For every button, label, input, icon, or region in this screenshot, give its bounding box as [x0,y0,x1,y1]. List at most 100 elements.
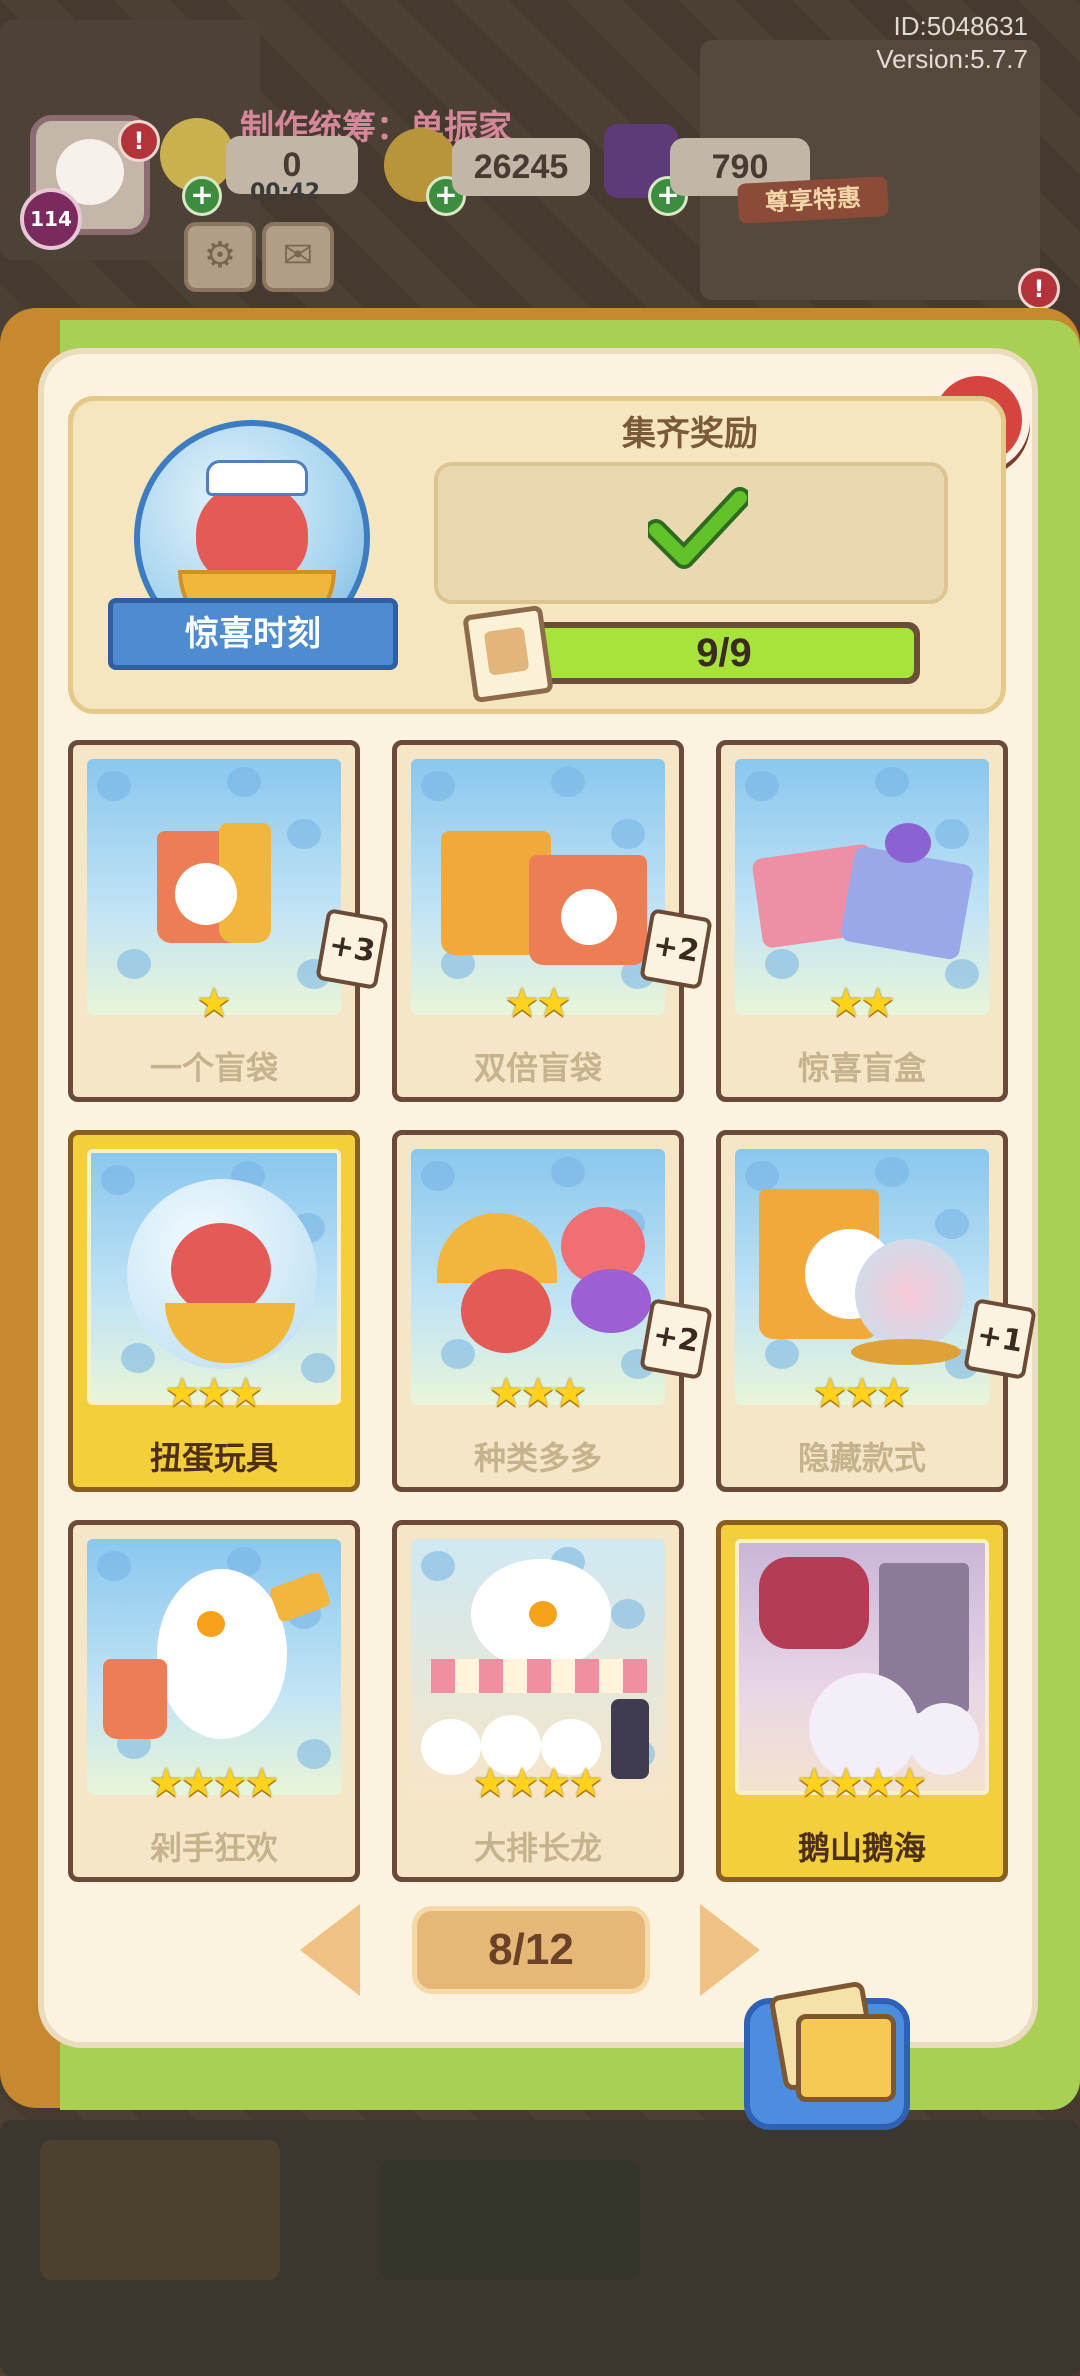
collection-card[interactable]: ★★★★ 剁手狂欢 [68,1520,360,1882]
card-name: 鹅山鹅海 [797,1829,926,1867]
pattern-dot [935,1209,969,1239]
star-icon: ★ [180,1760,216,1806]
capsule-globe-icon [855,1239,965,1349]
card-star-rating: ★★★ [397,1371,679,1415]
mail-icon[interactable]: ✉ [262,222,334,292]
duplicate-count-badge: +2 [639,1298,713,1380]
collection-card[interactable]: ★★★ 扭蛋玩具 [68,1130,360,1492]
pattern-dot [875,1157,909,1187]
card-star-rating: ★★★★ [73,1761,355,1805]
card-name: 种类多多 [473,1439,602,1477]
octopus-icon [171,1223,271,1315]
star-icon: ★ [812,1370,849,1416]
collection-card[interactable]: ★★★ 隐藏款式 +1 [716,1130,1037,1492]
pattern-dot [745,771,779,801]
star-icon: ★ [164,1370,201,1416]
collection-card[interactable]: ★★ 双倍盲袋 +2 [392,740,713,1102]
pattern-dot [97,771,131,801]
pattern-dot [611,819,645,849]
card-star-rating: ★ [73,981,355,1025]
card-artwork [87,1149,341,1405]
card-star-rating: ★★★★ [721,1761,1003,1805]
pattern-dot [765,949,799,979]
page-indicator: 8/12 [412,1906,650,1994]
star-icon: ★ [488,1370,525,1416]
duplicate-count-badge: +2 [639,908,713,990]
card-name: 扭蛋玩具 [149,1439,278,1477]
pattern-dot [441,1339,475,1369]
promo-badge[interactable]: 尊享特惠 [737,176,889,224]
pattern-dot [611,1599,645,1629]
star-icon: ★ [860,1760,896,1806]
star-icon: ★ [243,1760,280,1806]
user-id: ID:5048631 [893,11,1028,41]
card-stack-icon [462,604,554,704]
energy-add-button[interactable]: + [182,176,222,216]
pattern-dot [935,819,969,849]
pattern-dot [551,1157,585,1187]
build-info: ID:5048631 Version:5.7.7 [876,10,1028,76]
card-artwork [411,759,665,1015]
card-name: 剁手狂欢 [149,1829,278,1867]
settings-gear-icon[interactable]: ⚙ [184,222,256,292]
pattern-dot [97,1551,131,1581]
star-icon: ★ [796,1760,833,1806]
collection-card[interactable]: ★★★★ 大排长龙 [392,1520,684,1882]
star-icon: ★ [196,1370,232,1416]
star-icon: ★ [875,1370,912,1416]
star-icon: ★ [567,1760,604,1806]
pattern-dot [117,949,151,979]
version-label: Version:5.7.7 [876,44,1028,74]
card-artwork [87,1539,341,1795]
collection-card[interactable]: ★★ 惊喜盲盒 [716,740,1008,1102]
pattern-dot [421,1551,455,1581]
player-level-badge: 114 [20,188,82,250]
set-title: 惊喜时刻 [108,598,398,670]
octopus-icon [461,1269,551,1353]
card-artwork [735,1539,989,1795]
star-icon: ★ [891,1760,928,1806]
duck-icon [561,889,617,945]
card-star-rating: ★★★ [721,1371,1003,1415]
star-icon: ★ [551,1370,588,1416]
card-name: 大排长龙 [473,1829,602,1867]
duplicate-count-badge: +1 [963,1298,1037,1380]
side-alert-badge: ! [1018,268,1060,310]
dragon-icon [759,1557,869,1649]
pattern-dot [875,767,909,797]
star-icon: ★ [520,1370,556,1416]
duck-icon [157,1569,287,1739]
checkmark-icon [648,487,748,569]
star-icon: ★ [504,1760,540,1806]
card-artwork [411,1539,665,1795]
collection-card[interactable]: ★★★ 种类多多 +2 [392,1130,713,1492]
star-icon: ★ [536,1760,572,1806]
card-name: 惊喜盲盒 [797,1049,926,1087]
next-page-arrow[interactable] [700,1904,760,1996]
pattern-dot [121,1343,155,1373]
credit-card-icon [268,1570,332,1624]
collection-card[interactable]: ★ 一个盲袋 +3 [68,740,389,1102]
capsule-half-icon [571,1269,651,1333]
card-artwork [411,1149,665,1405]
card-name: 一个盲袋 [149,1049,278,1087]
pattern-dot [287,819,321,849]
collection-card[interactable]: ★★★★ 鹅山鹅海 [716,1520,1008,1882]
star-icon: ★ [828,980,864,1026]
card-star-rating: ★★ [397,981,679,1025]
pattern-dot [551,767,585,797]
set-badge: 惊喜时刻 [108,420,398,690]
pedestal-icon [851,1339,961,1365]
star-icon: ★ [536,980,572,1026]
awning-icon [431,1659,647,1693]
card-name: 双倍盲袋 [473,1049,602,1087]
card-name: 隐藏款式 [797,1439,926,1477]
card-artwork [735,1149,989,1405]
star-icon: ★ [148,1760,185,1806]
album-button[interactable] [744,1980,910,2130]
card-star-rating: ★★ [721,981,1003,1025]
star-icon: ★ [828,1760,864,1806]
previous-page-arrow[interactable] [300,1904,360,1996]
duplicate-count-badge: +3 [315,908,389,990]
pattern-dot [421,1161,455,1191]
